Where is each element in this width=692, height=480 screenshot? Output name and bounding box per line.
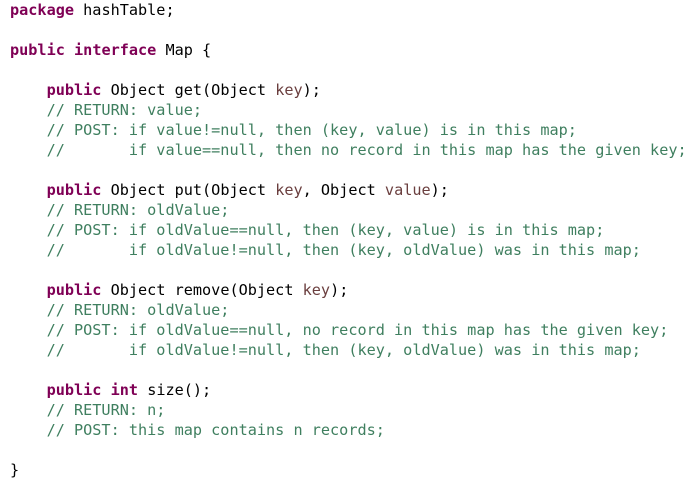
code-keyword: public <box>46 281 102 299</box>
code-parameter: key <box>302 281 331 299</box>
code-comment: // if oldValue!=null, then (key, oldValu… <box>10 241 641 259</box>
code-line: // POST: if oldValue==null, no record in… <box>10 320 690 340</box>
code-comment: // POST: this map contains n records; <box>10 421 385 439</box>
code-parameter: key <box>275 81 303 99</box>
code-comment: // RETURN: n; <box>10 401 166 419</box>
code-line: public Object get(Object key); <box>10 80 690 100</box>
code-editor[interactable]: package hashTable; public interface Map … <box>10 0 690 480</box>
code-comment: // RETURN: oldValue; <box>10 201 230 219</box>
code-line: // POST: if value!=null, then (key, valu… <box>10 120 690 140</box>
code-line: // POST: this map contains n records; <box>10 420 690 440</box>
code-comment: // POST: if value!=null, then (key, valu… <box>10 121 577 139</box>
code-line: // if value==null, then no record in thi… <box>10 140 690 160</box>
code-keyword: public <box>46 81 102 99</box>
code-line: public int size(); <box>10 380 690 400</box>
code-line: } <box>10 460 690 480</box>
code-text: Object put(Object <box>101 181 276 199</box>
code-line: public Object put(Object key, Object val… <box>10 180 690 200</box>
code-line: // RETURN: oldValue; <box>10 200 690 220</box>
code-line: // POST: if oldValue==null, then (key, v… <box>10 220 690 240</box>
code-line: // RETURN: oldValue; <box>10 300 690 320</box>
code-text: } <box>10 461 20 479</box>
code-comment: // RETURN: value; <box>10 101 203 119</box>
code-comment: // if oldValue!=null, then (key, oldValu… <box>10 341 641 359</box>
code-comment: // POST: if oldValue==null, then (key, v… <box>10 221 605 239</box>
code-line: public interface Map { <box>10 40 690 60</box>
code-text: size(); <box>138 381 212 399</box>
code-line: package hashTable; <box>10 0 690 20</box>
code-text: ); <box>330 281 349 299</box>
code-text: Map { <box>156 41 212 59</box>
code-line: // RETURN: value; <box>10 100 690 120</box>
code-text: , Object <box>302 181 385 199</box>
code-keyword: public <box>46 181 102 199</box>
code-keyword: interface <box>74 41 157 59</box>
code-text: Object get(Object <box>101 81 276 99</box>
code-text: Object remove(Object <box>101 281 303 299</box>
code-text: ); <box>302 81 321 99</box>
code-comment: // RETURN: oldValue; <box>10 301 230 319</box>
code-keyword: public <box>10 41 65 59</box>
code-keyword: package <box>10 1 75 19</box>
code-parameter: key <box>275 181 303 199</box>
code-keyword: public <box>46 381 102 399</box>
code-line: // RETURN: n; <box>10 400 690 420</box>
code-line: // if oldValue!=null, then (key, oldValu… <box>10 240 690 260</box>
code-text: hashTable; <box>74 1 175 19</box>
code-comment: // if value==null, then no record in thi… <box>10 141 687 159</box>
code-keyword: int <box>110 381 139 399</box>
code-line: public Object remove(Object key); <box>10 280 690 300</box>
code-text: ); <box>430 181 449 199</box>
code-parameter: value <box>384 181 431 199</box>
code-line: // if oldValue!=null, then (key, oldValu… <box>10 340 690 360</box>
code-comment: // POST: if oldValue==null, no record in… <box>10 321 669 339</box>
